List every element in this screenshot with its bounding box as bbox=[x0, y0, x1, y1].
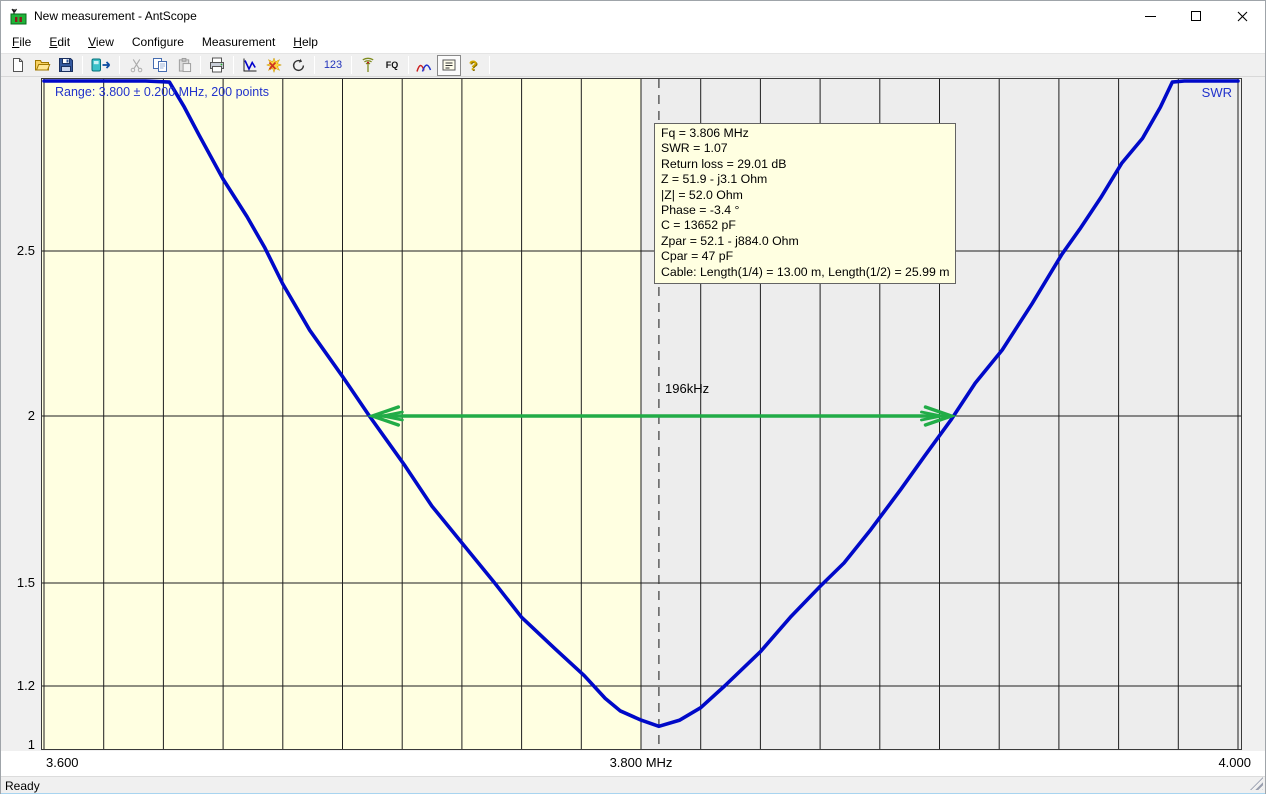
toolbar-separator bbox=[489, 56, 490, 74]
app-icon bbox=[10, 8, 27, 25]
toolbar-separator bbox=[314, 56, 315, 74]
close-icon bbox=[1237, 11, 1248, 22]
paste-button[interactable] bbox=[172, 55, 196, 76]
toolbar-separator bbox=[408, 56, 409, 74]
burst-clear-icon bbox=[266, 57, 282, 73]
antenna-button[interactable] bbox=[356, 55, 380, 76]
x-tick-right: 4.000 bbox=[1218, 755, 1251, 770]
swr-chart-canvas[interactable] bbox=[42, 79, 1241, 749]
print-icon bbox=[209, 57, 225, 73]
minimize-icon bbox=[1145, 16, 1156, 17]
cut-icon bbox=[129, 58, 144, 73]
status-text: Ready bbox=[5, 779, 40, 793]
y-tick-1.5: 1.5 bbox=[1, 575, 35, 590]
cut-button[interactable] bbox=[124, 55, 148, 76]
antscope-window: New measurement - AntScope File Edit Vie… bbox=[0, 0, 1266, 794]
numeric-123-icon: 123 bbox=[324, 59, 342, 71]
toolbar-separator bbox=[351, 56, 352, 74]
antenna-icon bbox=[360, 57, 376, 73]
resize-grip[interactable] bbox=[1250, 777, 1263, 790]
y-tick-2.5: 2.5 bbox=[1, 243, 35, 258]
menu-configure[interactable]: Configure bbox=[123, 32, 193, 52]
menu-file[interactable]: File bbox=[3, 32, 40, 52]
data-panel-toggle-button[interactable] bbox=[437, 55, 461, 76]
refresh-icon bbox=[291, 58, 306, 73]
menu-help[interactable]: Help bbox=[284, 32, 327, 52]
frequency-button[interactable]: FQ bbox=[380, 55, 404, 76]
toolbar-separator bbox=[200, 56, 201, 74]
data-panel-icon bbox=[441, 57, 457, 73]
range-label: Range: 3.800 ± 0.200 MHz, 200 points bbox=[55, 85, 269, 99]
menu-measurement[interactable]: Measurement bbox=[193, 32, 284, 52]
toolbar-separator bbox=[82, 56, 83, 74]
save-button[interactable] bbox=[54, 55, 78, 76]
graph-icon bbox=[242, 57, 258, 73]
y-tick-1: 1 bbox=[1, 737, 35, 752]
title-bar: New measurement - AntScope bbox=[1, 1, 1265, 31]
clear-button[interactable] bbox=[262, 55, 286, 76]
paste-icon bbox=[177, 57, 192, 73]
close-button[interactable] bbox=[1219, 1, 1265, 31]
menu-view[interactable]: View bbox=[79, 32, 123, 52]
graph-button[interactable] bbox=[238, 55, 262, 76]
fq-icon: FQ bbox=[386, 60, 399, 70]
menu-bar: File Edit View Configure Measurement Hel… bbox=[3, 31, 1265, 53]
copy-icon bbox=[152, 57, 168, 73]
maximize-icon bbox=[1191, 11, 1201, 21]
device-export-icon bbox=[91, 57, 112, 73]
open-folder-icon bbox=[34, 57, 51, 73]
new-document-button[interactable] bbox=[6, 55, 30, 76]
x-axis-band: 3.600 3.800 MHz 4.000 bbox=[1, 751, 1265, 776]
toolbar-separator bbox=[119, 56, 120, 74]
window-title: New measurement - AntScope bbox=[34, 9, 197, 23]
y-tick-2: 2 bbox=[1, 408, 35, 423]
toolbar-separator bbox=[233, 56, 234, 74]
export-to-device-button[interactable] bbox=[87, 55, 115, 76]
status-bar: Ready bbox=[1, 776, 1265, 794]
refresh-button[interactable] bbox=[286, 55, 310, 76]
cursor-info-tooltip: Fq = 3.806 MHzSWR = 1.07Return loss = 29… bbox=[654, 123, 956, 284]
toolbar: 123 FQ ? bbox=[1, 53, 1265, 77]
print-button[interactable] bbox=[205, 55, 229, 76]
swr-plot[interactable]: Range: 3.800 ± 0.200 MHz, 200 points SWR… bbox=[41, 78, 1242, 750]
swr-axis-label: SWR bbox=[1202, 85, 1232, 100]
x-tick-left: 3.600 bbox=[46, 755, 79, 770]
numeric-data-button[interactable]: 123 bbox=[319, 55, 347, 76]
open-file-button[interactable] bbox=[30, 55, 54, 76]
y-tick-1.2: 1.2 bbox=[1, 678, 35, 693]
minimize-button[interactable] bbox=[1127, 1, 1173, 31]
curves-overlay-icon bbox=[416, 58, 434, 73]
x-tick-center: 3.800 MHz bbox=[576, 755, 706, 770]
bandwidth-label: 196kHz bbox=[665, 381, 709, 396]
curves-overlay-button[interactable] bbox=[413, 55, 437, 76]
help-icon: ? bbox=[469, 57, 478, 73]
chart-client-area: 2.5 2 1.5 1.2 1 Range: 3.800 ± 0.200 MHz… bbox=[1, 77, 1265, 751]
save-icon bbox=[58, 57, 74, 73]
menu-edit[interactable]: Edit bbox=[40, 32, 79, 52]
help-button[interactable]: ? bbox=[461, 55, 485, 76]
maximize-button[interactable] bbox=[1173, 1, 1219, 31]
new-document-icon bbox=[10, 57, 26, 73]
copy-button[interactable] bbox=[148, 55, 172, 76]
